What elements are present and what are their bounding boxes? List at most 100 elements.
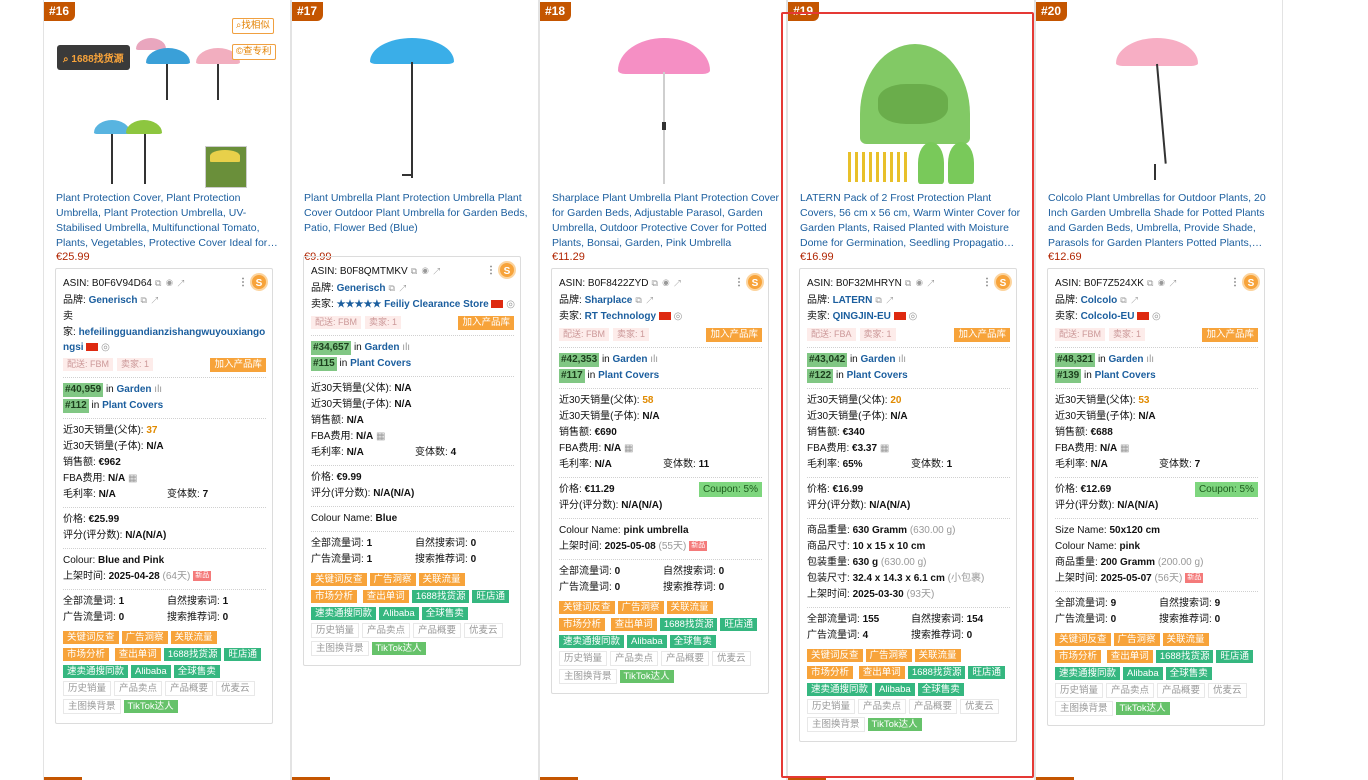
ad-insight-tag[interactable]: 广告洞察 bbox=[865, 649, 912, 662]
alibaba-tag[interactable]: Alibaba bbox=[875, 683, 915, 696]
main-image-bg-tag[interactable]: 主图换背景 bbox=[1055, 701, 1113, 716]
copy-icon[interactable]: ⧉ ↗ bbox=[875, 292, 894, 308]
related-traffic-tag[interactable]: 关联流量 bbox=[170, 631, 217, 644]
copy-icon[interactable]: ⧉ ↗ bbox=[1120, 292, 1139, 308]
single-word-tag[interactable]: 查出单词 bbox=[362, 590, 409, 603]
market-analysis-tag[interactable]: 市场分析 bbox=[1055, 650, 1102, 663]
traffic-all[interactable]: 1 bbox=[119, 596, 125, 607]
speed-same-tag[interactable]: 速卖通搜同款 bbox=[807, 683, 873, 696]
organic[interactable]: 0 bbox=[471, 538, 477, 549]
source-1688-tag[interactable]: 1688找货源 bbox=[163, 648, 222, 661]
product-image[interactable] bbox=[1046, 24, 1274, 190]
bar-chart-icon[interactable]: ılı bbox=[400, 342, 410, 353]
tiktok-tag[interactable]: TikTok达人 bbox=[1115, 702, 1170, 715]
ad-insight-tag[interactable]: 广告洞察 bbox=[369, 573, 416, 586]
calculator-icon[interactable]: ▦ bbox=[621, 443, 633, 454]
history-sales-tag[interactable]: 历史销量 bbox=[807, 699, 856, 714]
rec-words[interactable]: 0 bbox=[967, 630, 973, 641]
history-sales-tag[interactable]: 历史销量 bbox=[63, 681, 112, 696]
source-1688-tag[interactable]: 1688找货源 bbox=[659, 618, 718, 631]
market-analysis-tag[interactable]: 市场分析 bbox=[807, 666, 854, 679]
product-title[interactable]: Plant Protection Cover, Plant Protection… bbox=[56, 191, 284, 251]
product-image[interactable] bbox=[550, 24, 778, 190]
brand-link[interactable]: Generisch bbox=[337, 283, 386, 294]
more-icon[interactable]: ⋮ bbox=[982, 275, 992, 291]
product-image[interactable] bbox=[798, 24, 1026, 190]
find-similar-button[interactable]: ⌕找相似 bbox=[232, 18, 274, 34]
wangwang-tag[interactable]: 旺店通 bbox=[1216, 650, 1253, 663]
copy-icon[interactable]: ⧉ ◉ ↗ bbox=[651, 275, 682, 291]
brand-link[interactable]: Colcolo bbox=[1081, 295, 1118, 306]
category-link[interactable]: Garden bbox=[1109, 354, 1144, 365]
keyword-reverse-tag[interactable]: 关键词反查 bbox=[1055, 633, 1111, 646]
asin[interactable]: ASIN: B0F8QMTMKV bbox=[311, 266, 408, 277]
product-points-tag[interactable]: 产品卖点 bbox=[858, 699, 907, 714]
global-sale-tag[interactable]: 全球售卖 bbox=[421, 607, 468, 620]
s-logo-icon[interactable]: S bbox=[1242, 273, 1260, 291]
copy-icon[interactable]: ⧉ ◉ ↗ bbox=[1147, 275, 1178, 291]
more-icon[interactable]: ⋮ bbox=[734, 275, 744, 291]
copy-icon[interactable]: ⧉ ◉ ↗ bbox=[411, 263, 442, 279]
alibaba-tag[interactable]: Alibaba bbox=[1123, 667, 1163, 680]
organic[interactable]: 1 bbox=[223, 596, 229, 607]
youmaiyun-tag[interactable]: 优麦云 bbox=[960, 699, 999, 714]
calculator-icon[interactable]: ▦ bbox=[877, 443, 889, 454]
product-overview-tag[interactable]: 产品概要 bbox=[165, 681, 214, 696]
product-title[interactable]: Plant Umbrella Plant Protection Umbrella… bbox=[304, 191, 532, 251]
more-icon[interactable]: ⋮ bbox=[486, 263, 496, 279]
market-analysis-tag[interactable]: 市场分析 bbox=[311, 590, 358, 603]
product-title[interactable]: LATERN Pack of 2 Frost Protection Plant … bbox=[800, 191, 1028, 251]
history-sales-tag[interactable]: 历史销量 bbox=[311, 623, 360, 638]
main-image-bg-tag[interactable]: 主图换背景 bbox=[807, 717, 865, 732]
speed-same-tag[interactable]: 速卖通搜同款 bbox=[63, 665, 129, 678]
s-logo-icon[interactable]: S bbox=[250, 273, 268, 291]
more-icon[interactable]: ⋮ bbox=[1230, 275, 1240, 291]
product-overview-tag[interactable]: 产品概要 bbox=[1157, 683, 1206, 698]
bar-chart-icon[interactable]: ılı bbox=[648, 354, 658, 365]
speed-same-tag[interactable]: 速卖通搜同款 bbox=[311, 607, 377, 620]
brand-link[interactable]: Generisch bbox=[89, 295, 138, 306]
more-icon[interactable]: ⋮ bbox=[238, 275, 248, 291]
product-image[interactable] bbox=[302, 24, 530, 190]
seller-link[interactable]: RT Technology bbox=[585, 311, 656, 322]
ad-words[interactable]: 1 bbox=[367, 554, 373, 565]
organic[interactable]: 9 bbox=[1215, 598, 1221, 609]
traffic-all[interactable]: 0 bbox=[615, 566, 621, 577]
brand-link[interactable]: LATERN bbox=[833, 295, 873, 306]
tiktok-tag[interactable]: TikTok达人 bbox=[867, 718, 922, 731]
single-word-tag[interactable]: 查出单词 bbox=[858, 666, 905, 679]
youmaiyun-tag[interactable]: 优麦云 bbox=[712, 651, 751, 666]
organic[interactable]: 0 bbox=[719, 566, 725, 577]
market-analysis-tag[interactable]: 市场分析 bbox=[559, 618, 606, 631]
rec-words[interactable]: 0 bbox=[471, 554, 477, 565]
asin[interactable]: ASIN: B0F32MHRYN bbox=[807, 278, 902, 289]
category-link[interactable]: Plant Covers bbox=[350, 358, 411, 369]
calculator-icon[interactable]: ▦ bbox=[373, 431, 385, 442]
category-link[interactable]: Plant Covers bbox=[102, 400, 163, 411]
add-to-library-button[interactable]: 加入产品库 bbox=[954, 328, 1010, 342]
add-to-library-button[interactable]: 加入产品库 bbox=[1202, 328, 1258, 342]
category-link[interactable]: Garden bbox=[117, 384, 152, 395]
category-link[interactable]: Plant Covers bbox=[1095, 370, 1156, 381]
global-sale-tag[interactable]: 全球售卖 bbox=[669, 635, 716, 648]
market-analysis-tag[interactable]: 市场分析 bbox=[63, 648, 110, 661]
asin[interactable]: ASIN: B0F8422ZYD bbox=[559, 278, 648, 289]
organic[interactable]: 154 bbox=[967, 614, 984, 625]
bar-chart-icon[interactable]: ılı bbox=[152, 384, 162, 395]
keyword-reverse-tag[interactable]: 关键词反查 bbox=[807, 649, 863, 662]
product-points-tag[interactable]: 产品卖点 bbox=[610, 651, 659, 666]
keyword-reverse-tag[interactable]: 关键词反查 bbox=[311, 573, 367, 586]
related-traffic-tag[interactable]: 关联流量 bbox=[418, 573, 465, 586]
tiktok-tag[interactable]: TikTok达人 bbox=[371, 642, 426, 655]
wangwang-tag[interactable]: 旺店通 bbox=[720, 618, 757, 631]
ad-words[interactable]: 4 bbox=[863, 630, 869, 641]
wangwang-tag[interactable]: 旺店通 bbox=[472, 590, 509, 603]
seller-link[interactable]: Colcolo-EU bbox=[1081, 311, 1135, 322]
speed-same-tag[interactable]: 速卖通搜同款 bbox=[1055, 667, 1121, 680]
s-logo-icon[interactable]: S bbox=[498, 261, 516, 279]
ad-words[interactable]: 0 bbox=[615, 582, 621, 593]
copy-icon[interactable]: ⧉ ◉ ↗ bbox=[155, 275, 186, 291]
bar-chart-icon[interactable]: ılı bbox=[896, 354, 906, 365]
category-link[interactable]: Garden bbox=[365, 342, 400, 353]
calculator-icon[interactable]: ▦ bbox=[1117, 443, 1129, 454]
